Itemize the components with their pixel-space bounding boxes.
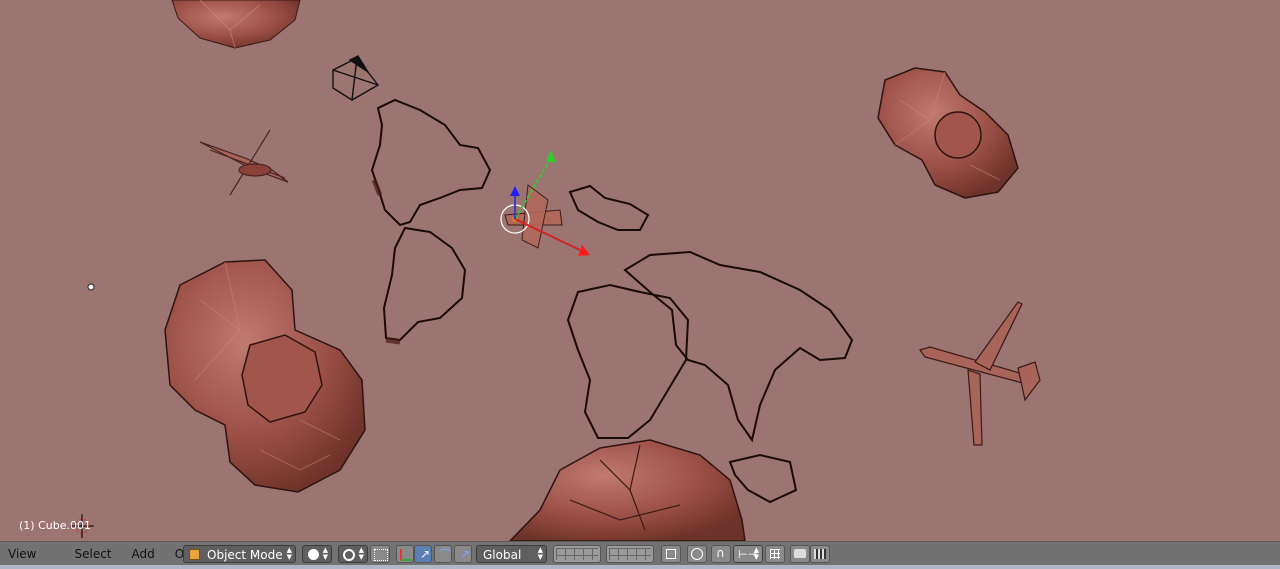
proportional-edit-button[interactable] [687,545,707,563]
camera-icon [794,549,806,558]
rotate-icon: ⌒ [439,548,452,562]
translate-manipulator-button[interactable]: ↗ [414,545,432,563]
pivot-point-icon [343,549,355,561]
selected-airplane-object[interactable] [500,184,563,249]
dropdown-arrows-icon: ▲ ▼ [286,546,292,561]
lock-camera-button[interactable] [661,545,681,563]
viewport-header: View Select Add Object Object Mode ▲▼ ▲▼… [0,541,1280,566]
orientation-dropdown-label: Global [483,548,522,562]
layers-grid-2[interactable] [606,545,654,563]
greenland-map-object[interactable] [568,184,650,231]
mode-dropdown[interactable]: Object Mode ▲ ▼ [183,545,296,563]
arrow-icon: ↗ [420,547,431,561]
americas-map-object[interactable] [370,98,492,345]
orientation-dropdown[interactable]: Global ▲ ▼ [476,545,547,563]
solid-shading-icon [308,549,319,560]
rock-object-top-right[interactable] [877,67,1019,199]
viewport-scene [87,0,1041,541]
rotate-manipulator-button[interactable]: ⌒ [434,545,452,563]
dropdown-arrows-icon: ▲ ▼ [322,546,328,561]
proportional-edit-icon [691,548,703,560]
scale-icon: ↗ [460,547,471,561]
active-object-label: (1) Cube.001 [19,519,91,532]
snap-element-dropdown[interactable]: ⊢⊣ ▲ ▼ [733,545,763,563]
pivot-dropdown[interactable]: ▲ ▼ [338,545,368,563]
snap-target-button[interactable] [765,545,785,563]
scale-manipulator-button[interactable]: ↗ [454,545,472,563]
manipulator-icon [400,549,412,561]
manipulate-center-button[interactable] [370,545,390,563]
mode-dropdown-label: Object Mode [207,548,283,562]
rock-object-bottom[interactable] [508,439,746,541]
snap-toggle-button[interactable]: ∩ [711,545,731,563]
center-points-icon [374,549,388,561]
3d-viewport[interactable]: (1) Cube.001 [0,0,1280,541]
dropdown-arrows-icon: ▲ ▼ [358,546,364,561]
dropdown-arrows-icon: ▲ ▼ [537,546,543,561]
rock-object-top-left[interactable] [171,0,301,49]
render-opengl-image-button[interactable] [790,545,810,563]
rock-object-left-cluster[interactable] [164,259,366,493]
cube-icon [189,549,200,560]
menu-select[interactable]: Select [66,542,119,566]
menu-view[interactable]: View [0,542,44,566]
lock-layers-icon [666,549,676,559]
airplane-object-right[interactable] [919,301,1041,446]
camera-object[interactable] [332,55,380,101]
menu-add[interactable]: Add [124,542,163,566]
magnet-icon: ∩ [716,546,725,560]
layers-grid-1[interactable] [553,545,601,563]
dropdown-arrows-icon: ▲ ▼ [753,546,759,561]
shading-dropdown[interactable]: ▲ ▼ [302,545,332,563]
render-opengl-animation-button[interactable] [810,545,830,563]
transform-manipulator-toggle[interactable] [396,545,414,563]
layers-icon [609,548,651,560]
helicopter-object[interactable] [199,129,289,196]
layers-icon [556,548,598,560]
clapperboard-icon [814,549,826,559]
window-bottom-border [0,565,1280,569]
lamp-object[interactable] [87,283,95,291]
grid-icon [770,549,780,559]
